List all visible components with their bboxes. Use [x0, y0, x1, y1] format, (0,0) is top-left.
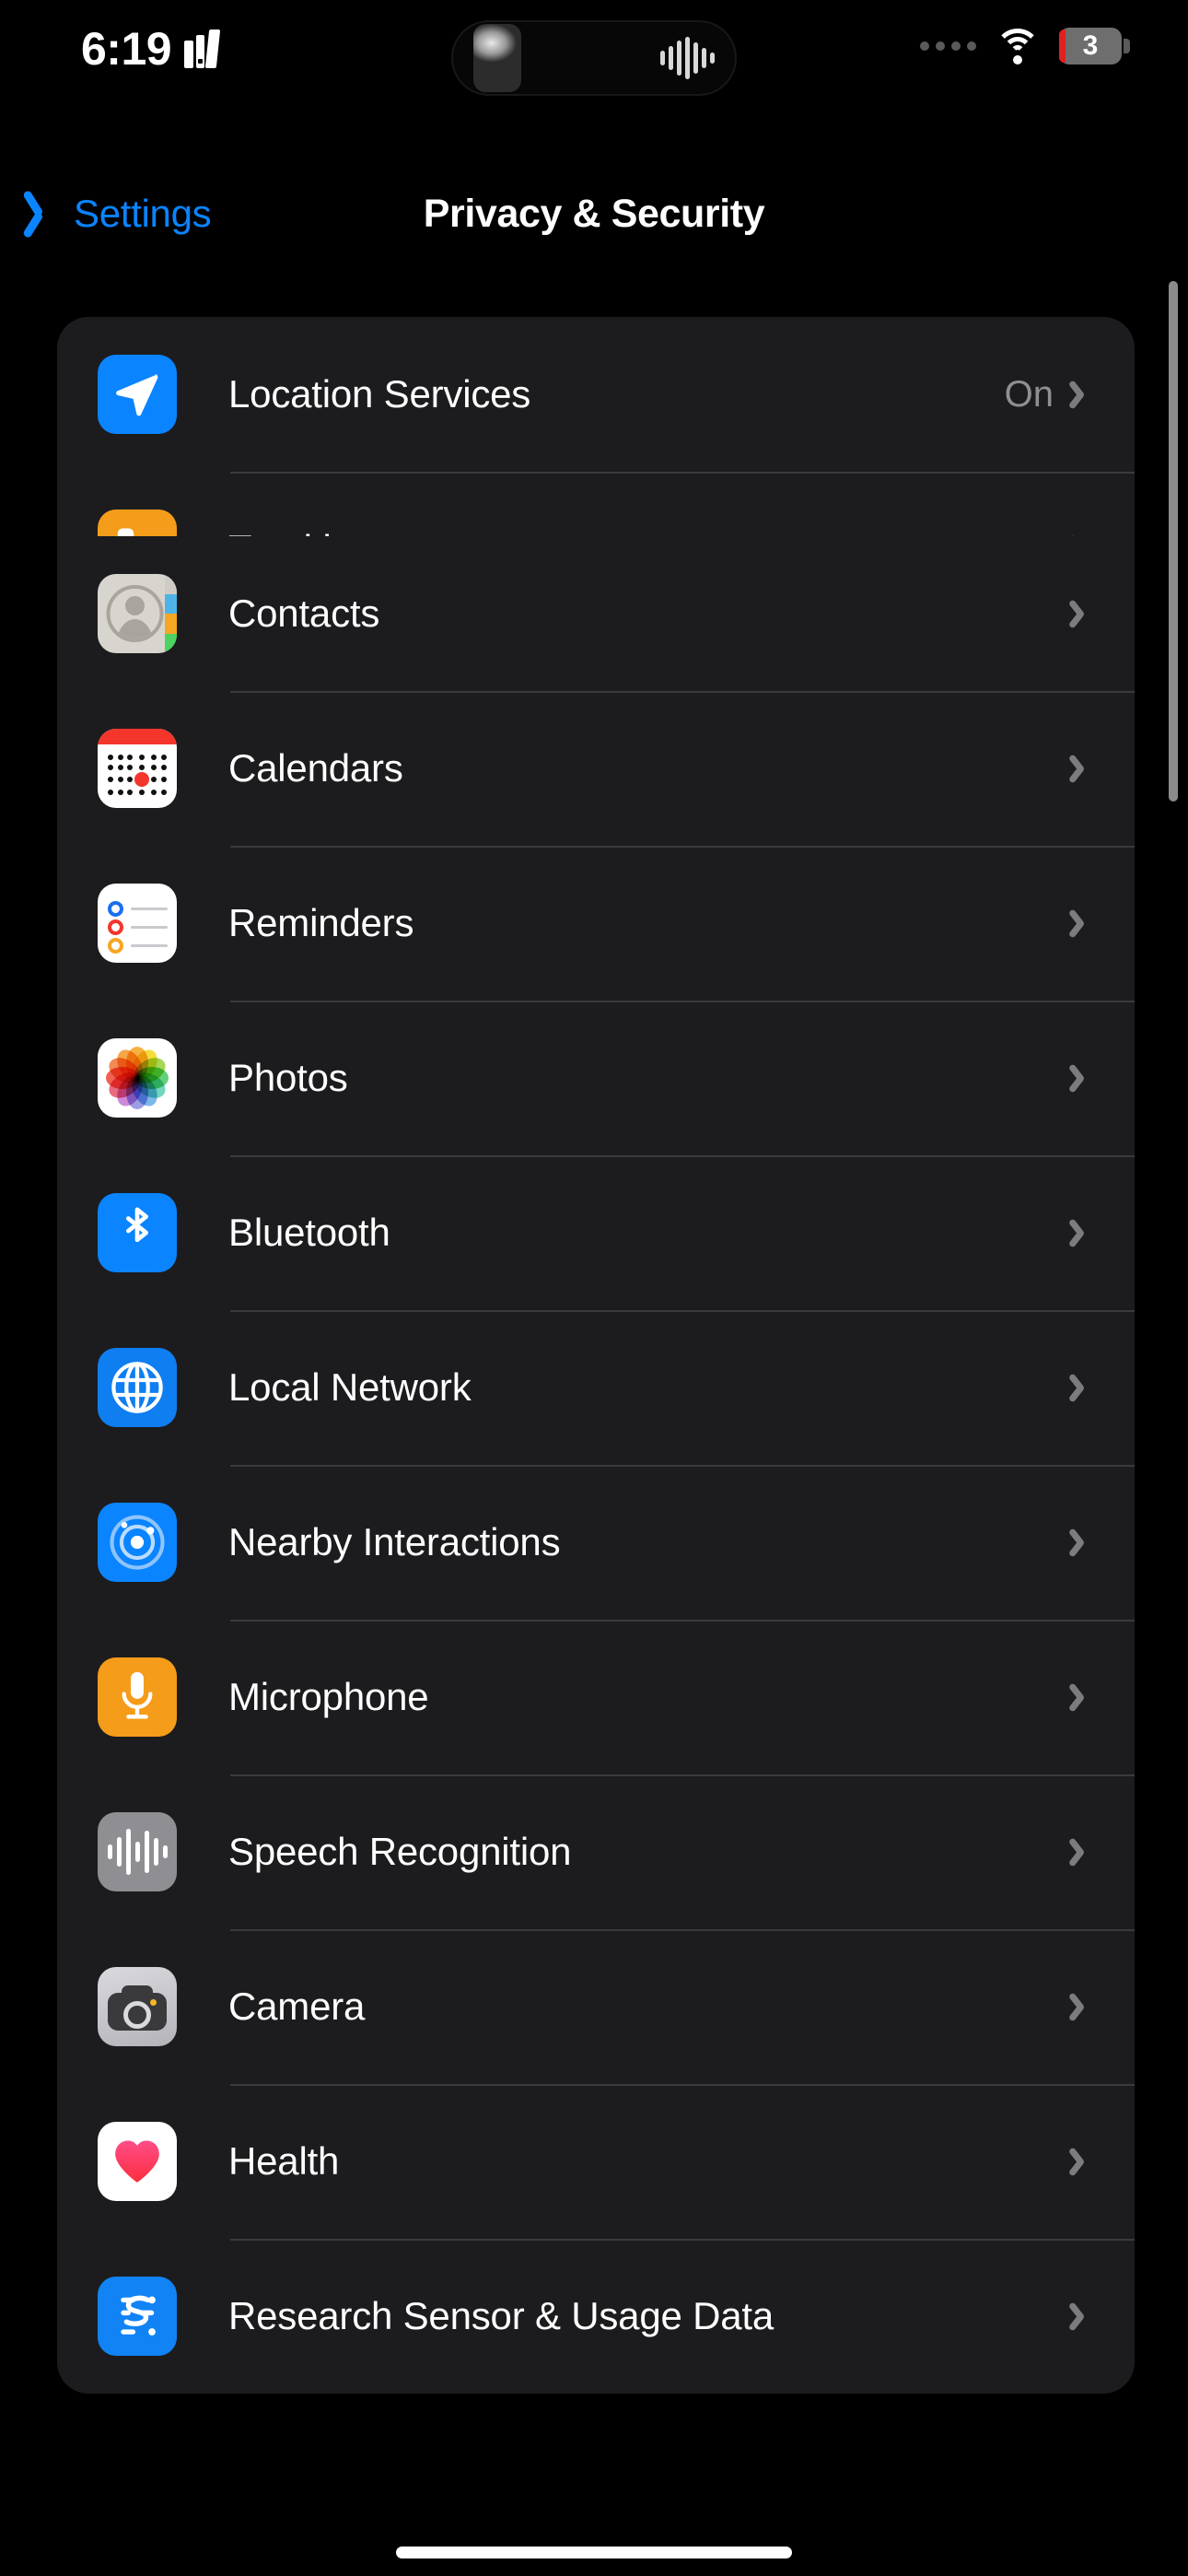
list-item-bluetooth[interactable]: Bluetooth [57, 1155, 1135, 1310]
photos-icon [98, 1038, 177, 1118]
battery-indicator: 3 [1059, 28, 1130, 64]
home-indicator[interactable] [396, 2547, 792, 2558]
chevron-right-icon [1074, 907, 1092, 940]
chevron-right-icon [1074, 1371, 1092, 1404]
microphone-icon [98, 1657, 177, 1737]
list-item-nearby-interactions[interactable]: Nearby Interactions [57, 1465, 1135, 1620]
back-button[interactable]: Settings [33, 166, 212, 262]
chevron-right-icon [1074, 1526, 1092, 1559]
list-item-label: Location Services [228, 372, 531, 416]
nearby-interactions-icon [98, 1503, 177, 1582]
iphone-screen: 6:19 3 Settings Privacy & Security Locat… [0, 0, 1188, 2576]
list-item-calendars[interactable]: Calendars [57, 691, 1135, 846]
list-item-label: Nearby Interactions [228, 1520, 561, 1563]
heart-icon [98, 2122, 177, 2201]
list-item-label: Contacts [228, 591, 380, 635]
list-item-label: Local Network [228, 1365, 472, 1409]
list-item-health[interactable]: Health [57, 2084, 1135, 2239]
list-item-label: Photos [228, 1056, 348, 1099]
status-bar: 6:19 3 [0, 0, 1188, 138]
wifi-icon [995, 29, 1041, 64]
contacts-icon [98, 574, 177, 653]
books-icon [184, 29, 221, 68]
list-item-label: Health [228, 2139, 340, 2183]
chevron-right-icon [1074, 1680, 1092, 1714]
chevron-right-icon [1074, 2145, 1092, 2178]
navigation-bar: Settings Privacy & Security [0, 166, 1188, 262]
list-item-label: Microphone [228, 1675, 429, 1718]
chevron-right-icon [1074, 2300, 1092, 2333]
reminders-icon [98, 884, 177, 963]
list-item-label: Speech Recognition [228, 1830, 572, 1873]
list-item-speech-recognition[interactable]: Speech Recognition [57, 1774, 1135, 1929]
research-sensor-icon [98, 2277, 177, 2356]
bluetooth-icon [98, 1193, 177, 1272]
chevron-right-icon [1074, 597, 1092, 630]
chevron-right-icon [1074, 1835, 1092, 1868]
list-item-camera[interactable]: Camera [57, 1929, 1135, 2084]
list-item-reminders[interactable]: Reminders [57, 846, 1135, 1001]
list-item-label: Bluetooth [228, 1211, 390, 1254]
list-item-value: On [1004, 373, 1054, 415]
back-button-label: Settings [74, 192, 212, 235]
list-item-photos[interactable]: Photos [57, 1001, 1135, 1155]
audio-waveform-icon [660, 37, 715, 79]
camera-icon [98, 1967, 177, 2046]
cellular-dots-icon [920, 41, 976, 51]
chevron-right-icon [1074, 378, 1092, 411]
chevron-left-icon [33, 190, 61, 238]
list-item-label: Camera [228, 1985, 366, 2028]
list-item-contacts[interactable]: Contacts [57, 536, 1135, 691]
list-item-label: Calendars [228, 746, 403, 790]
chevron-right-icon [1074, 752, 1092, 785]
speech-waveform-icon [98, 1812, 177, 1891]
status-bar-left: 6:19 [81, 23, 221, 75]
chevron-right-icon [1074, 1216, 1092, 1249]
settings-list: Location Services On Tracking [0, 273, 1188, 2576]
list-item-research-sensor-usage-data[interactable]: Research Sensor & Usage Data [57, 2239, 1135, 2394]
location-arrow-icon [98, 355, 177, 434]
dynamic-island[interactable] [451, 20, 737, 96]
list-item-local-network[interactable]: Local Network [57, 1310, 1135, 1465]
vertical-scrollbar[interactable] [1169, 281, 1178, 802]
battery-percentage: 3 [1082, 30, 1099, 61]
list-item-microphone[interactable]: Microphone [57, 1620, 1135, 1774]
chevron-right-icon [1074, 1990, 1092, 2023]
list-item-label: Reminders [228, 901, 414, 944]
settings-group-apps: Contacts Calendars Reminders Photos Blue… [57, 536, 1135, 2394]
media-thumbnail [473, 24, 521, 92]
list-item-label: Research Sensor & Usage Data [228, 2294, 775, 2337]
globe-icon [98, 1348, 177, 1427]
status-bar-clock: 6:19 [81, 23, 172, 75]
calendar-icon [98, 729, 177, 808]
chevron-right-icon [1074, 1061, 1092, 1095]
status-bar-right: 3 [920, 28, 1130, 64]
list-item-location-services[interactable]: Location Services On [57, 317, 1135, 472]
